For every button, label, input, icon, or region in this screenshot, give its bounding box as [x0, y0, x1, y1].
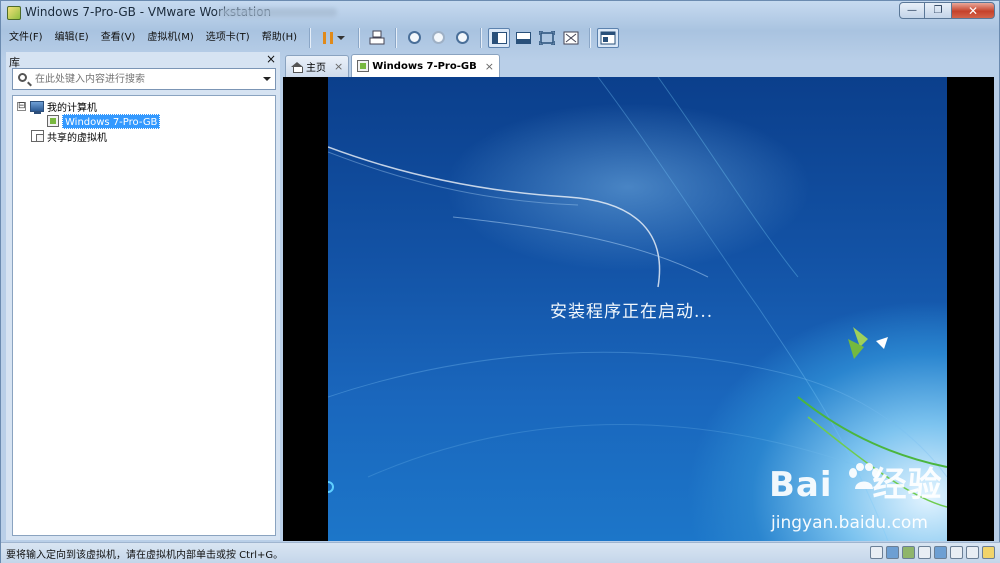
unity-button[interactable] [560, 28, 582, 48]
pause-icon [323, 31, 334, 44]
sound-card-icon[interactable] [934, 546, 947, 559]
tree-item-label: 共享的虚拟机 [47, 132, 107, 144]
tree-item-shared-vms[interactable]: 共享的虚拟机 [31, 128, 107, 144]
cd-dvd-icon[interactable] [886, 546, 899, 559]
snapshot-button[interactable] [403, 28, 425, 48]
floppy-icon[interactable] [966, 546, 979, 559]
toolbar-separator [358, 27, 360, 48]
console-view-button[interactable] [597, 27, 620, 48]
vm-icon [357, 60, 370, 72]
library-view-icon [491, 31, 507, 44]
vmware-app-icon [7, 6, 21, 20]
tree-item-windows7-vm[interactable]: Windows 7-Pro-GB [47, 113, 161, 129]
computer-icon [30, 100, 44, 114]
watermark-url: jingyan.baidu.com [771, 513, 928, 533]
tab-bar: 主页 × Windows 7-Pro-GB × [285, 54, 502, 77]
collapse-toggle[interactable]: ⊟ [17, 101, 26, 111]
status-message: 要将输入定向到该虚拟机，请在虚拟机内部单击或按 Ctrl+G。 [6, 550, 284, 561]
search-icon [18, 73, 27, 82]
search-input[interactable] [35, 71, 255, 87]
library-view-button[interactable] [488, 27, 511, 48]
close-button[interactable]: ✕ [951, 2, 995, 19]
toolbar-separator [309, 27, 311, 48]
title-bar: Windows 7-Pro-GB - VMware Workstation — … [1, 1, 1000, 25]
chevron-down-icon[interactable] [263, 77, 271, 81]
send-ctrl-alt-del-button[interactable] [366, 28, 388, 48]
unity-icon [563, 31, 579, 44]
window-controls: — ❐ ✕ [899, 2, 995, 19]
usb-icon[interactable] [950, 546, 963, 559]
printer-icon[interactable] [918, 546, 931, 559]
home-icon [291, 61, 303, 73]
menu-vm[interactable]: 虚拟机(M) [141, 28, 199, 48]
tree-item-label: 我的计算机 [47, 102, 97, 114]
full-screen-icon [539, 30, 556, 45]
device-status-icons [867, 546, 995, 559]
thumbnail-bar-icon [515, 31, 531, 44]
chevron-down-icon [337, 35, 346, 40]
menu-tabs[interactable]: 选项卡(T) [200, 28, 256, 48]
network-adapter-icon[interactable] [902, 546, 915, 559]
menu-view[interactable]: 查看(V) [95, 28, 142, 48]
toolbar-separator [480, 27, 482, 48]
watermark-logo-right: 经验 [872, 465, 943, 505]
paw-icon [849, 463, 880, 489]
minimize-button[interactable]: — [899, 2, 925, 19]
thumbnail-bar-button[interactable] [512, 28, 534, 48]
snapshot-manager-icon [455, 31, 469, 44]
menu-help[interactable]: 帮助(H) [256, 28, 303, 48]
revert-snapshot-icon [431, 31, 445, 44]
tab-label: 主页 [306, 63, 326, 74]
menu-toolbar: 文件(F) 编辑(E) 查看(V) 虚拟机(M) 选项卡(T) 帮助(H) [3, 25, 999, 50]
tree-item-label: Windows 7-Pro-GB [62, 113, 161, 129]
snapshot-icon [407, 31, 421, 44]
watermark-logo-left: Bai [769, 465, 833, 505]
send-ctrl-alt-del-icon [369, 30, 385, 44]
snapshot-manager-button[interactable] [451, 28, 473, 48]
library-close-button[interactable]: × [266, 52, 276, 66]
hard-disk-icon[interactable] [870, 546, 883, 559]
tab-home[interactable]: 主页 × [285, 55, 350, 77]
library-search [12, 68, 276, 90]
restore-button[interactable]: ❐ [924, 2, 952, 19]
tree-item-my-computer[interactable]: ⊟ 我的计算机 [17, 98, 97, 114]
vm-icon [47, 115, 59, 127]
revert-snapshot-button[interactable] [427, 28, 449, 48]
tab-close-button[interactable]: × [334, 60, 343, 73]
vmware-window: Windows 7-Pro-GB - VMware Workstation — … [0, 0, 1000, 563]
tab-label: Windows 7-Pro-GB [372, 60, 477, 72]
baidu-jingyan-watermark: Bai 经验 jingyan.baidu.com [769, 457, 949, 537]
library-tree: ⊟ 我的计算机 Windows 7-Pro-GB 共享的虚拟机 [12, 95, 276, 536]
toolbar-separator [589, 27, 591, 48]
tab-close-button[interactable]: × [485, 60, 494, 73]
blurred-title-area [219, 8, 337, 17]
toolbar-separator [395, 27, 397, 48]
menu-edit[interactable]: 编辑(E) [49, 28, 95, 48]
status-bar: 要将输入定向到该虚拟机，请在虚拟机内部单击或按 Ctrl+G。 [1, 542, 1000, 563]
pause-button[interactable] [317, 28, 351, 48]
shared-vm-icon [31, 130, 44, 142]
setup-starting-message: 安装程序正在启动... [550, 302, 714, 322]
message-log-icon[interactable] [982, 546, 995, 559]
library-panel: 库 × ⊟ 我的计算机 Windows 7-Pro-GB 共享的虚拟机 [6, 52, 280, 540]
menu-file[interactable]: 文件(F) [3, 28, 49, 48]
tab-windows7-vm[interactable]: Windows 7-Pro-GB × [351, 54, 500, 77]
console-view-icon [600, 31, 616, 44]
full-screen-button[interactable] [536, 28, 558, 48]
